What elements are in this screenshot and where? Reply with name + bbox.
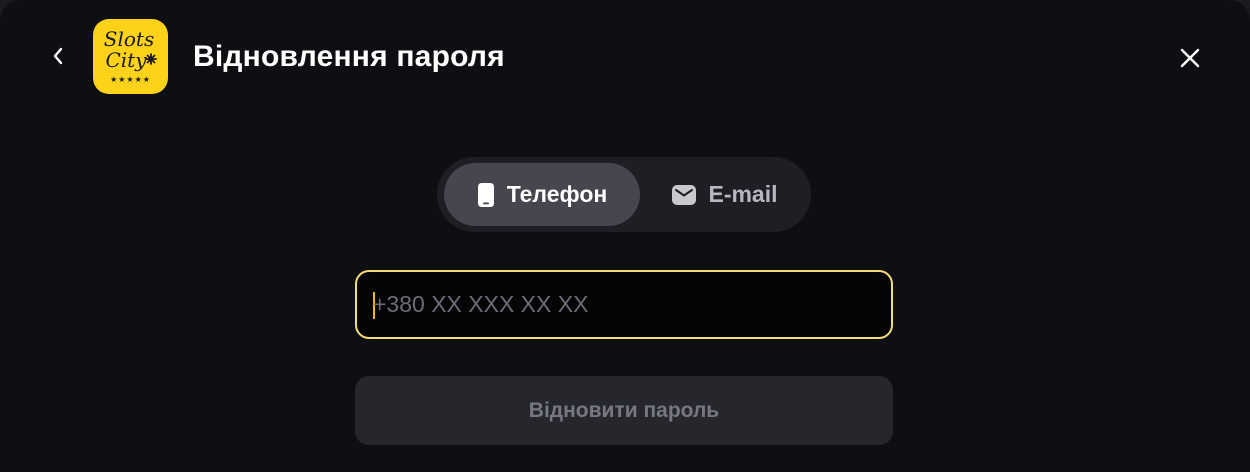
tab-phone[interactable]: Телефон	[444, 163, 640, 226]
phone-input[interactable]	[373, 272, 873, 337]
close-button[interactable]	[1168, 36, 1212, 80]
slots-city-logo: Slots City ★★★★★	[93, 19, 168, 94]
mail-icon	[672, 184, 697, 205]
phone-field[interactable]	[355, 270, 893, 339]
back-button[interactable]	[38, 36, 78, 76]
tab-phone-label: Телефон	[506, 181, 608, 207]
chevron-left-icon	[53, 47, 63, 65]
password-recovery-modal: Slots City ★★★★★ Відновлення пароля Теле…	[0, 0, 1250, 472]
page-title: Відновлення пароля	[193, 40, 505, 73]
tab-email-label: E-mail	[708, 181, 778, 207]
recover-password-button[interactable]: Відновити пароль	[355, 376, 893, 445]
close-icon	[1180, 48, 1200, 68]
svg-text:★★★★★: ★★★★★	[110, 75, 151, 84]
recovery-method-tabs: Телефон E-mail	[437, 157, 811, 232]
smartphone-icon	[477, 182, 495, 208]
svg-text:City: City	[105, 48, 147, 72]
tab-email[interactable]: E-mail	[645, 163, 805, 226]
